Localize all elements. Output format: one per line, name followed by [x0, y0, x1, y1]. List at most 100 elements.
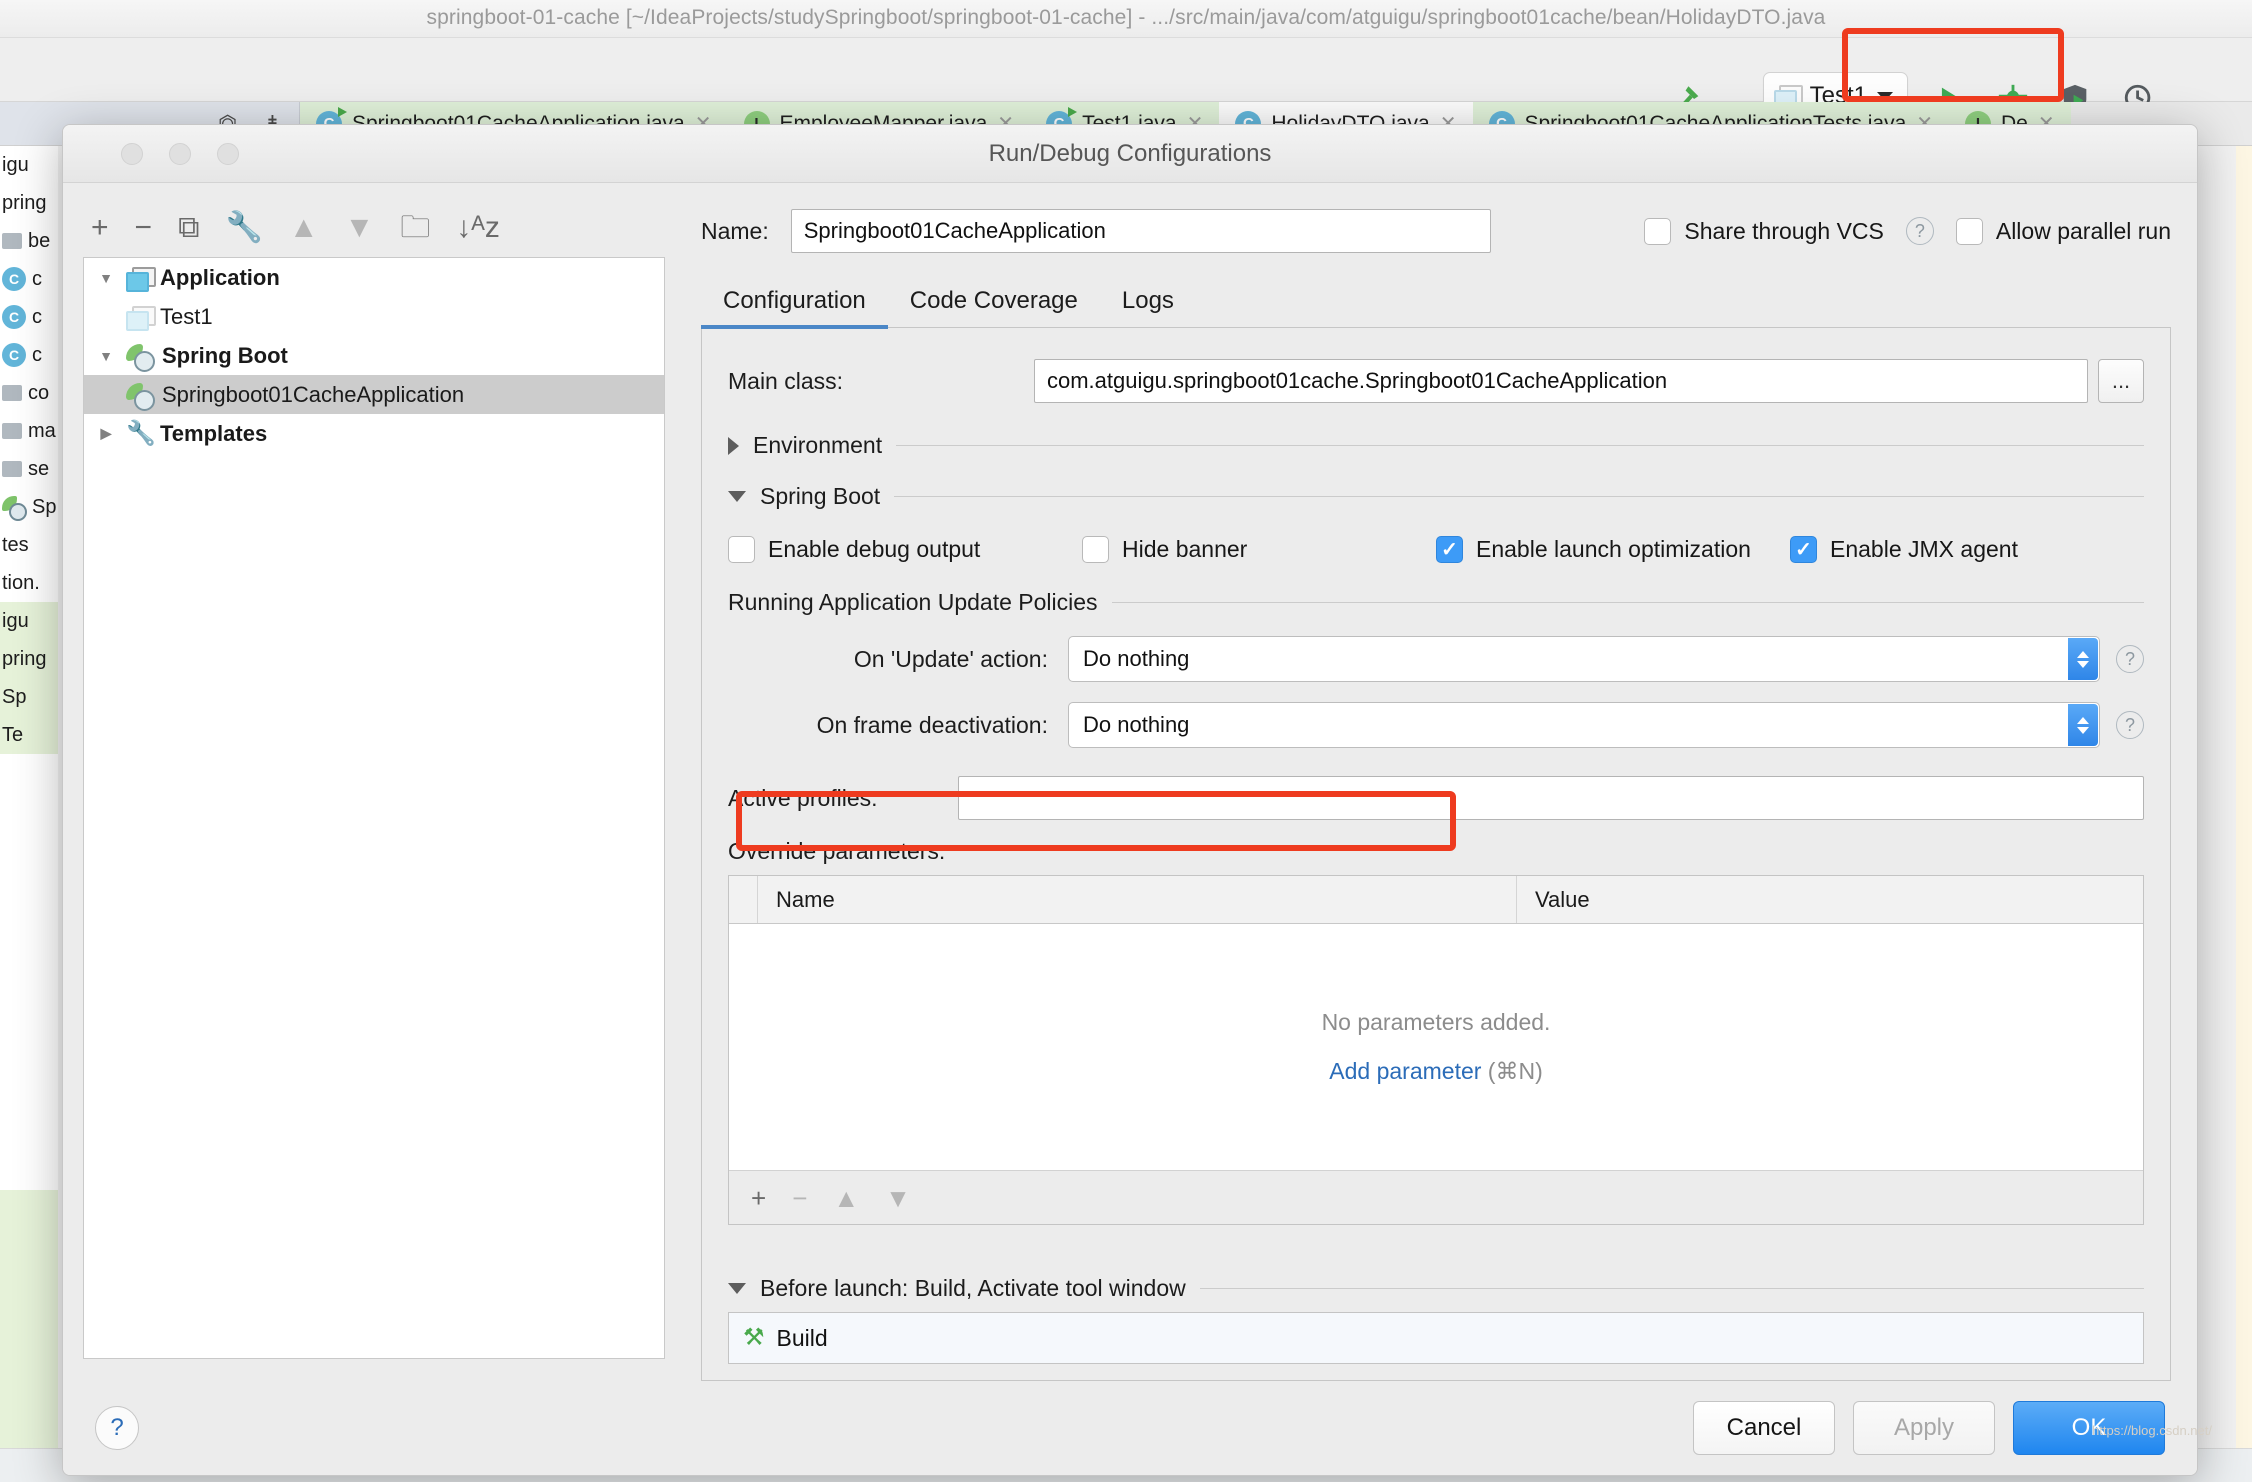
tree-item-spring-boot[interactable]: ▼ Spring Boot — [84, 336, 664, 375]
spring-boot-section-header[interactable]: Spring Boot — [728, 483, 2144, 510]
project-tree-row[interactable]: Cc — [0, 260, 58, 298]
tab-configuration[interactable]: Configuration — [701, 287, 888, 329]
stepper-arrows-icon[interactable] — [2068, 638, 2098, 680]
project-tree-row[interactable]: igu — [0, 146, 58, 184]
project-tree-row[interactable]: pring — [0, 640, 58, 678]
help-button[interactable]: ? — [95, 1406, 139, 1450]
project-tree-row[interactable]: se — [0, 450, 58, 488]
dialog-title: Run/Debug Configurations — [988, 140, 1272, 167]
checkbox-hide-banner[interactable]: Hide banner — [1082, 536, 1436, 563]
help-icon[interactable]: ? — [2116, 711, 2144, 739]
project-tree-label: igu — [2, 153, 29, 176]
project-tree-row[interactable]: tes — [0, 526, 58, 564]
tree-item-label: Application — [160, 264, 280, 290]
tree-item-springboot01cacheapplication[interactable]: Springboot01CacheApplication — [84, 375, 664, 414]
active-profiles-input[interactable] — [958, 776, 2144, 820]
project-tree-row[interactable]: co — [0, 374, 58, 412]
project-tree-row[interactable]: ma — [0, 412, 58, 450]
folder-icon — [2, 385, 22, 401]
tree-item-application[interactable]: ▼ Application — [84, 258, 664, 297]
browse-main-class-button[interactable]: ... — [2098, 359, 2144, 403]
project-tree-label: co — [28, 381, 50, 404]
allow-parallel-run-checkbox[interactable]: Allow parallel run — [1955, 217, 2171, 245]
tab-code-coverage[interactable]: Code Coverage — [888, 287, 1100, 327]
policy-row: On 'Update' action: Do nothing? — [728, 636, 2144, 682]
table-header-row: Name Value — [729, 876, 2143, 924]
move-up-icon[interactable]: ▲ — [833, 1185, 859, 1211]
apply-button[interactable]: Apply — [1853, 1401, 1995, 1455]
checkbox-enable-jmx-agent[interactable]: Enable JMX agent — [1790, 536, 2144, 563]
policy-selected-value: Do nothing — [1083, 712, 1190, 737]
project-tree-row[interactable]: Cc — [0, 336, 58, 374]
main-class-input[interactable]: com.atguigu.springboot01cache.Springboot… — [1034, 359, 2088, 403]
main-class-row: Main class: com.atguigu.springboot01cach… — [728, 354, 2144, 408]
move-down-icon[interactable]: ▼ — [885, 1185, 911, 1211]
remove-icon[interactable]: − — [792, 1185, 807, 1211]
override-parameters-table: Name Value No parameters added. Add para… — [728, 875, 2144, 1225]
project-tree-row[interactable]: tion. — [0, 564, 58, 602]
add-icon[interactable]: + — [751, 1185, 766, 1211]
before-launch-header[interactable]: Before launch: Build, Activate tool wind… — [728, 1275, 2144, 1302]
checkbox-label: Enable debug output — [768, 536, 981, 562]
cancel-button[interactable]: Cancel — [1693, 1401, 1835, 1455]
project-tree-row[interactable]: Cc — [0, 298, 58, 336]
help-icon[interactable]: ? — [2116, 645, 2144, 673]
chevron-down-icon[interactable] — [1877, 91, 1893, 101]
configuration-tabs: Configuration Code Coverage Logs — [701, 265, 2171, 329]
checkbox-enable-launch-optimization[interactable]: Enable launch optimization — [1436, 536, 1790, 563]
tab-logs[interactable]: Logs — [1100, 287, 1196, 327]
edit-templates-icon[interactable]: 🔧 — [225, 213, 262, 243]
table-empty-state: No parameters added. Add parameter (⌘N) — [729, 924, 2143, 1170]
before-launch-item-label: Build — [776, 1324, 828, 1351]
override-parameters-label: Override parameters: — [728, 838, 946, 864]
project-tree-label: c — [32, 343, 42, 366]
folder-icon — [2, 233, 22, 249]
dialog-body: + − ⧉ 🔧 ▲ ▼ 🗀 ↓ᴬz ▼ Application Test1 ▼ Spri… — [63, 183, 2197, 1381]
help-icon-vcs[interactable]: ? — [1905, 217, 1934, 245]
policy-select[interactable]: Do nothing — [1068, 702, 2100, 748]
application-icon-faded — [126, 305, 156, 331]
project-tree-label: pring — [2, 647, 47, 670]
chevron-right-icon[interactable]: ▶ — [94, 425, 118, 442]
policy-label-on-update-action: On 'Update' action: — [853, 645, 1048, 672]
new-folder-icon[interactable]: 🗀 — [400, 213, 430, 243]
project-tree-row[interactable]: be — [0, 222, 58, 260]
share-through-vcs-checkbox[interactable]: Share through VCS — [1644, 217, 1884, 245]
add-icon[interactable]: + — [91, 213, 109, 243]
add-parameter-link[interactable]: Add parameter (⌘N) — [1329, 1058, 1542, 1085]
before-launch-list[interactable]: ⚒ Build — [728, 1312, 2144, 1364]
main-class-label: Main class: — [728, 367, 844, 394]
editor-right-strip — [2236, 146, 2252, 1482]
configurations-tree[interactable]: ▼ Application Test1 ▼ Spring Boot Springboot0… — [83, 257, 665, 1359]
move-down-icon[interactable]: ▼ — [345, 213, 375, 243]
chevron-down-icon[interactable]: ▼ — [94, 348, 118, 364]
chevron-down-icon[interactable]: ▼ — [94, 270, 118, 286]
move-up-icon[interactable]: ▲ — [289, 213, 319, 243]
spring-boot-label: Spring Boot — [760, 483, 881, 509]
class-file-icon: C — [2, 343, 26, 367]
project-tree-row[interactable]: Te — [0, 716, 58, 754]
project-tree-row[interactable]: igu — [0, 602, 58, 640]
dialog-title-bar: Run/Debug Configurations — [63, 125, 2197, 183]
checkbox-box — [1436, 536, 1463, 563]
environment-section-header[interactable]: Environment — [728, 432, 2144, 459]
configurations-tree-pane: + − ⧉ 🔧 ▲ ▼ 🗀 ↓ᴬz ▼ Application Test1 ▼ Spri… — [63, 183, 679, 1381]
checkbox-enable-debug-output[interactable]: Enable debug output — [728, 536, 1082, 563]
add-parameter-shortcut: (⌘N) — [1487, 1058, 1543, 1084]
stepper-arrows-icon[interactable] — [2068, 704, 2098, 746]
project-tree-row[interactable]: pring — [0, 184, 58, 222]
policy-row: On frame deactivation: Do nothing? — [728, 702, 2144, 748]
policy-select[interactable]: Do nothing — [1068, 636, 2100, 682]
policy-selected-value: Do nothing — [1083, 646, 1190, 671]
sort-alphabetically-icon[interactable]: ↓ᴬz — [456, 213, 500, 243]
allow-parallel-run-label: Allow parallel run — [1995, 217, 2171, 244]
remove-icon[interactable]: − — [135, 213, 153, 243]
tree-item-templates[interactable]: ▶ 🔧 Templates — [84, 414, 664, 453]
project-tree-row[interactable]: Sp — [0, 678, 58, 716]
copy-icon[interactable]: ⧉ — [178, 213, 199, 243]
tree-item-label: Templates — [160, 420, 268, 446]
tree-item-test1[interactable]: Test1 — [84, 297, 664, 336]
checkbox-box — [1082, 536, 1109, 563]
configuration-name-input[interactable]: Springboot01CacheApplication — [790, 209, 1491, 253]
project-tree-row[interactable]: Sp — [0, 488, 58, 526]
